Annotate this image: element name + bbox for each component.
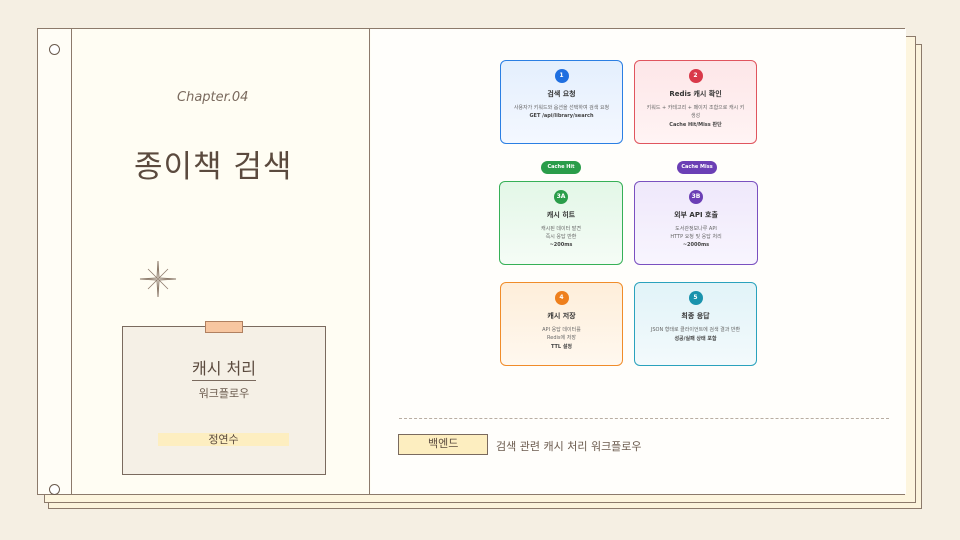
step-number-badge: 4 [554,291,569,305]
step-card-redis-check: 2 Redis 캐시 확인 키워드 + 카테고리 + 페이지 조합으로 캐시 키… [634,60,757,144]
step-title: 캐시 저장 [547,312,576,320]
step-description: 캐시된 데이터 발견 즉시 응답 반환 [541,226,581,240]
step-number-badge: 3B [689,190,703,204]
step-title: 외부 API 호출 [674,211,718,219]
cache-miss-pill: Cache Miss [677,161,717,174]
card-subtitle: 워크플로우 [198,387,250,400]
step-title: 검색 요청 [547,90,576,98]
step-description: JSON 형태로 클라이언트에 검색 결과 반환 [650,327,741,333]
cover-page: Chapter.04 종이책 검색 캐시 처리 워크플로우 정연수 [72,29,370,494]
author-label: 정연수 [158,433,289,446]
step-description: 사용자가 키워드와 옵션을 선택하여 검색 요청 [513,105,610,111]
step-title: 캐시 히트 [546,211,576,219]
chapter-label: Chapter.04 [177,90,249,105]
step-title: 최종 응답 [681,312,710,320]
page-title: 종이책 검색 [134,149,293,185]
step-card-external-api: 3B 외부 API 호출 도서관정보나루 API HTTP 요청 및 응답 처리… [634,181,758,265]
step-meta: Cache Hit/Miss 판단 [669,122,722,128]
step-card-search-request: 1 검색 요청 사용자가 키워드와 옵션을 선택하여 검색 요청 GET /ap… [500,60,623,144]
category-tag: 백엔드 [398,434,488,455]
step-card-cache-save: 4 캐시 저장 API 응답 데이터를 Redis에 저장 TTL 설정 [500,282,623,366]
step-card-final-response: 5 최종 응답 JSON 형태로 클라이언트에 검색 결과 반환 성공/실패 상… [634,282,757,366]
sparkle-icon [139,260,177,298]
step-title: Redis 캐시 확인 [669,90,722,98]
step-description: 도서관정보나루 API HTTP 요청 및 응답 처리 [670,226,722,240]
cache-hit-pill: Cache Hit [541,161,581,174]
step-description: 키워드 + 카테고리 + 페이지 조합으로 캐시 키 생성 [646,105,745,119]
topic-card: 캐시 처리 워크플로우 정연수 [122,321,326,475]
step-number-badge: 2 [688,69,703,83]
binder-spine [38,29,72,495]
card-title: 캐시 처리 [123,355,325,381]
step-number-badge: 3A [554,190,568,204]
binder-hole-icon [49,44,60,55]
step-card-cache-hit: 3A 캐시 히트 캐시된 데이터 발견 즉시 응답 반환 ~200ms [499,181,623,265]
step-meta: TTL 설정 [550,344,573,350]
notebook: Chapter.04 종이책 검색 캐시 처리 워크플로우 정연수 1 검색 요… [37,28,906,495]
dashed-divider [399,418,889,419]
step-number-badge: 1 [554,69,569,83]
footer-description: 검색 관련 캐시 처리 워크플로우 [496,440,642,453]
step-meta: GET /api/library/search [529,113,594,119]
step-meta: ~200ms [549,242,573,248]
tape-decoration [205,321,243,333]
workflow-page: 1 검색 요청 사용자가 키워드와 옵션을 선택하여 검색 요청 GET /ap… [371,29,906,494]
step-number-badge: 5 [688,291,703,305]
step-description: API 응답 데이터를 Redis에 저장 [542,327,581,341]
step-meta: 성공/실패 상태 포함 [674,336,717,342]
step-meta: ~2000ms [682,242,710,248]
binder-hole-icon [49,484,60,495]
